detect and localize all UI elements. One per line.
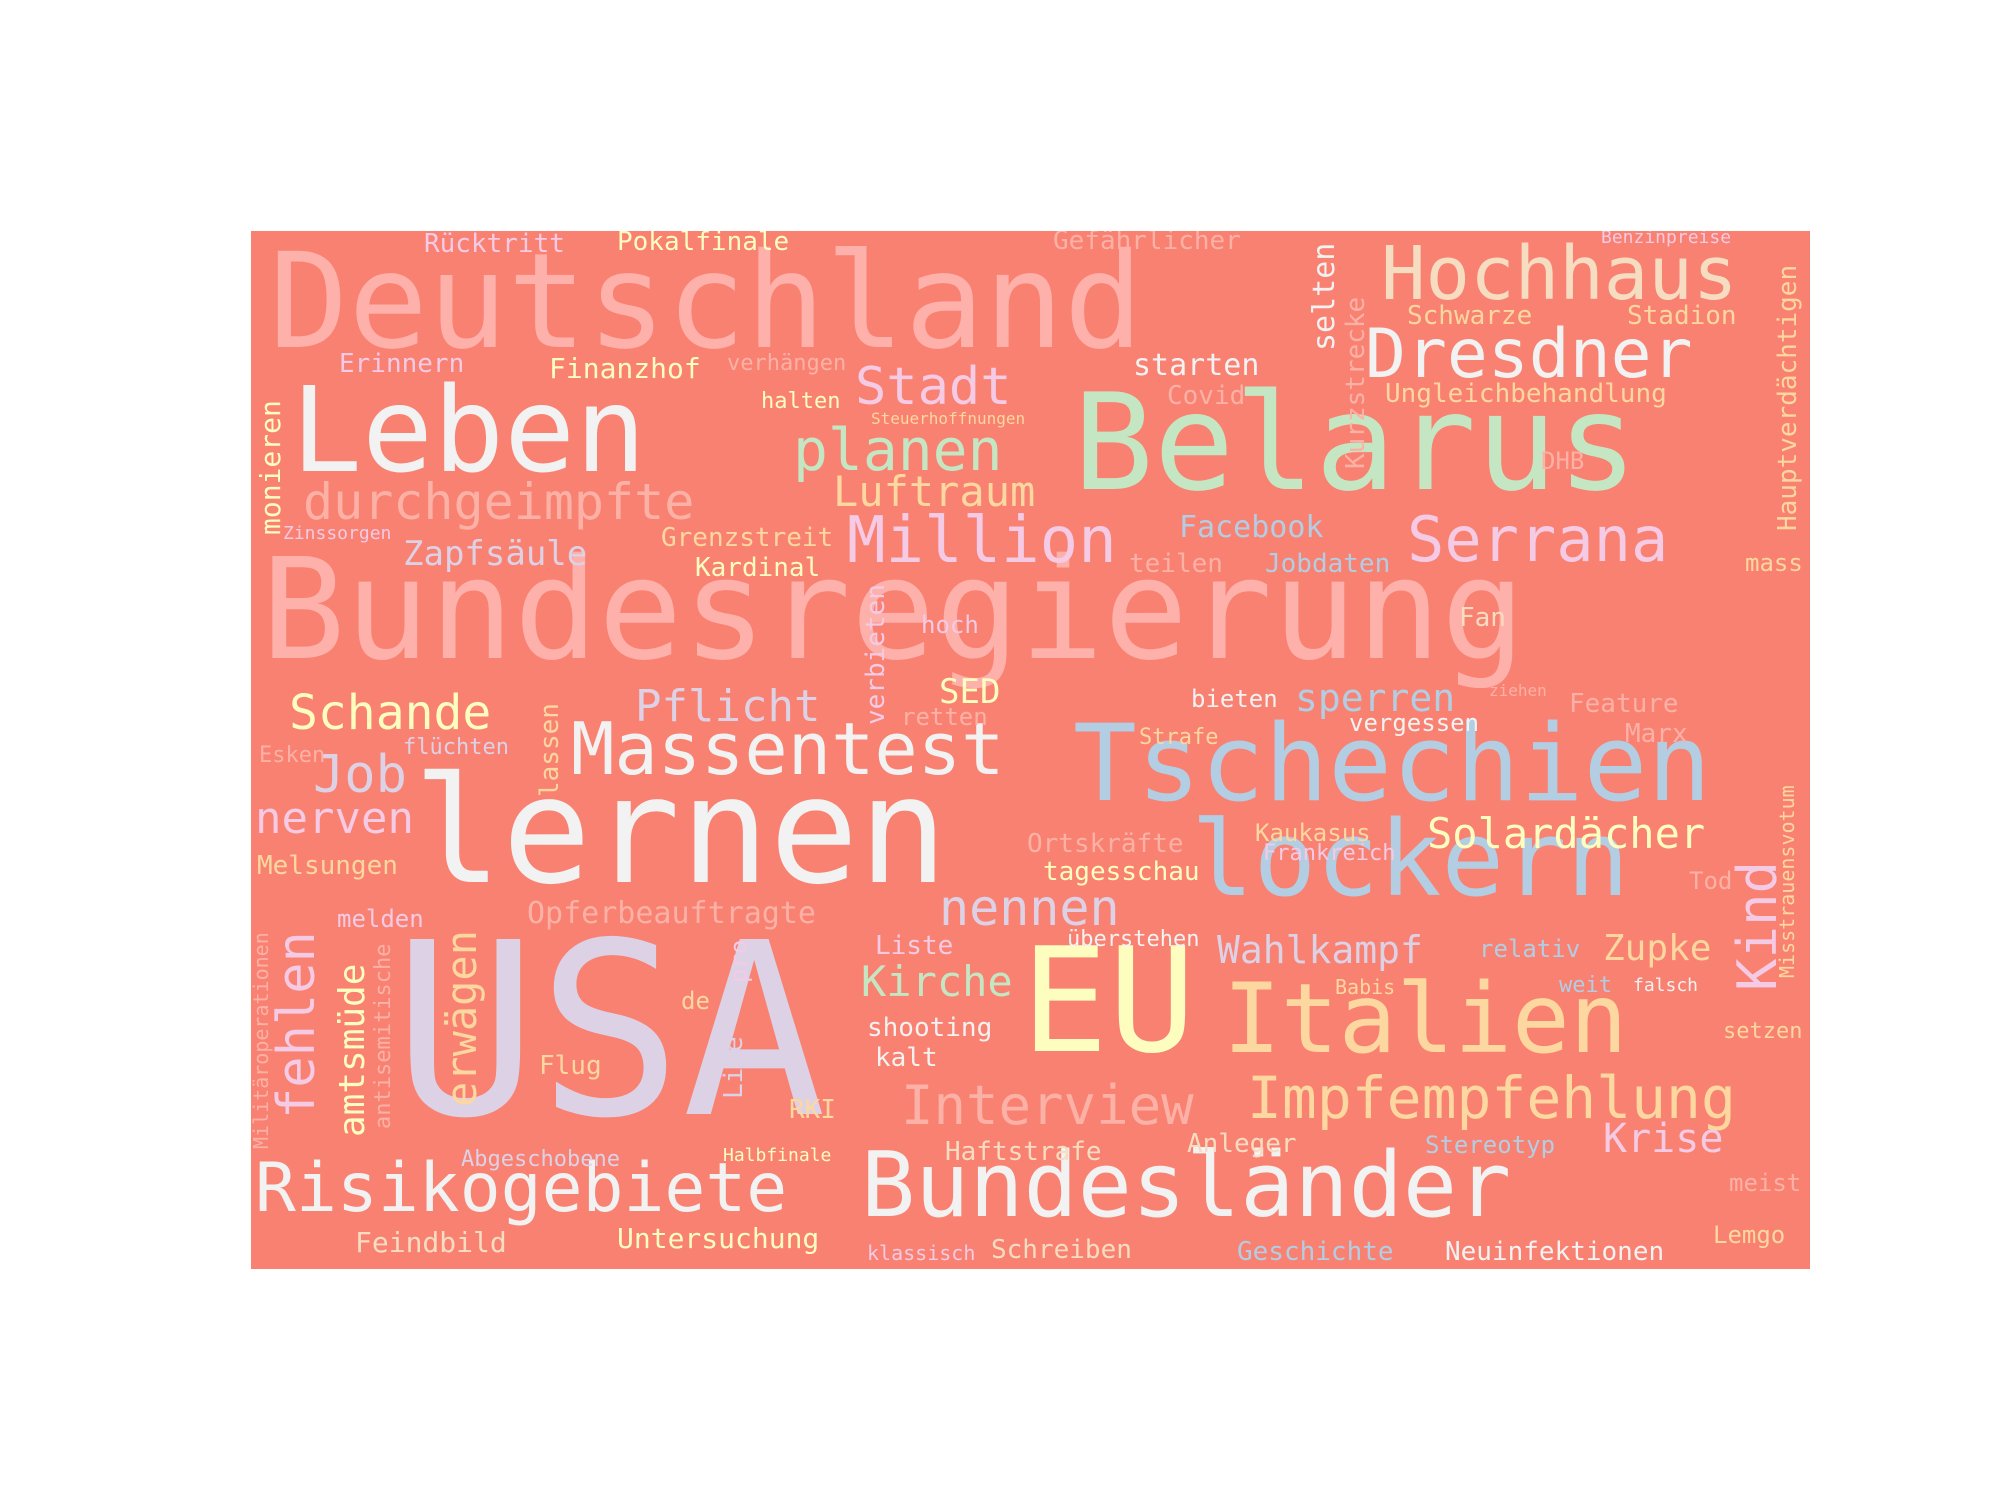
word-klassisch: klassisch — [867, 1241, 976, 1265]
word-opferbeauftragte: Opferbeauftragte — [527, 896, 816, 931]
word-serrana: Serrana — [1407, 503, 1669, 576]
word-leben: Leben — [291, 361, 647, 499]
word-nennen: nennen — [939, 879, 1120, 937]
word-stadt: Stadt — [855, 357, 1012, 417]
word-frankreich: Frankreich — [1263, 841, 1396, 866]
word-schwarze: Schwarze — [1407, 301, 1533, 331]
word-feature: Feature — [1569, 689, 1679, 719]
word-teilen: teilen — [1129, 549, 1223, 579]
word-melden: melden — [337, 905, 424, 933]
word-halten: halten — [761, 389, 841, 414]
word-stereotyp: Stereotyp — [1425, 1131, 1556, 1159]
word-erwaegen: erwägen — [437, 929, 486, 1107]
word-hochhaus: Hochhaus — [1381, 231, 1738, 317]
word-starten: starten — [1133, 348, 1260, 383]
word-ruecktritt: Rücktritt — [424, 231, 565, 259]
word-haftstrafe: Haftstrafe — [945, 1137, 1102, 1167]
word-relativ: relativ — [1479, 935, 1581, 963]
word-nerven: nerven — [255, 793, 414, 844]
word-erinnern: Erinnern — [339, 349, 465, 379]
word-steuerhoffnungen: Steuerhoffnungen — [871, 409, 1026, 428]
word-pflicht: Pflicht — [635, 681, 821, 732]
word-solardaecher: Solardächer — [1427, 809, 1706, 858]
word-militaeroperationen: Militäroperationen — [251, 932, 273, 1149]
word-facebook: Facebook — [1179, 510, 1324, 545]
word-pro: pro — [725, 939, 753, 983]
word-melsungen: Melsungen — [257, 851, 398, 881]
word-kirche: Kirche — [861, 957, 1013, 1006]
word-pokalfinale: Pokalfinale — [617, 231, 790, 257]
word-antisemitische: antisemitische — [371, 943, 396, 1129]
word-fan: Fan — [1459, 603, 1506, 633]
word-gefaehrlicher: Gefährlicher — [1053, 231, 1241, 256]
word-finanzhof: Finanzhof — [549, 352, 701, 385]
word-vergessen: vergessen — [1349, 709, 1480, 737]
word-million: Million — [847, 504, 1117, 578]
word-lemgo: Lemgo — [1713, 1221, 1786, 1249]
word-selten: selten — [1307, 242, 1342, 351]
word-cloud: Deutschland Bundesregierung Belarus Lebe… — [251, 231, 1810, 1269]
word-de: de — [681, 987, 710, 1015]
word-meist: meist — [1729, 1169, 1802, 1197]
word-monieren: monieren — [254, 400, 287, 535]
word-krise: Krise — [1603, 1116, 1724, 1162]
word-fluechten: flüchten — [403, 735, 509, 760]
word-rki: RKI — [789, 1095, 836, 1125]
word-ziehen: ziehen — [1489, 681, 1547, 700]
word-babis: Babis — [1335, 975, 1396, 999]
word-mass: mass — [1745, 549, 1803, 577]
word-untersuchung: Untersuchung — [617, 1222, 820, 1255]
word-stadion: Stadion — [1627, 301, 1737, 331]
word-neuinfektionen: Neuinfektionen — [1445, 1237, 1665, 1267]
word-interview: Interview — [901, 1074, 1194, 1137]
word-jobdaten: Jobdaten — [1265, 549, 1391, 579]
word-geschichte: Geschichte — [1237, 1237, 1394, 1267]
word-strafe: Strafe — [1139, 725, 1219, 750]
word-grenzstreit: Grenzstreit — [661, 523, 834, 553]
word-durchgeimpfte: durchgeimpfte — [303, 473, 695, 531]
word-wahlkampf: Wahlkampf — [1217, 928, 1423, 972]
word-abgeschobene: Abgeschobene — [461, 1147, 620, 1172]
word-hauptverdaechtigen: Hauptverdächtigen — [1773, 264, 1803, 531]
word-zupke: Zupke — [1603, 928, 1712, 969]
word-luftraum: Luftraum — [833, 467, 1036, 516]
word-covid: Covid — [1167, 381, 1246, 411]
word-esken: Esken — [259, 743, 326, 768]
word-misstrauensvotum: Misstrauensvotum — [1775, 785, 1799, 978]
word-weit: weit — [1559, 973, 1612, 998]
word-schreiben: Schreiben — [991, 1235, 1132, 1265]
word-ortskraefte: Ortskräfte — [1027, 829, 1184, 859]
word-lassen: lassen — [535, 703, 565, 797]
word-kalt: kalt — [875, 1043, 938, 1073]
word-hoch: hoch — [921, 611, 979, 639]
word-anleger: Anleger — [1187, 1129, 1297, 1159]
word-verhaengen: verhängen — [727, 351, 847, 376]
word-liste: Liste — [875, 931, 954, 961]
word-tagesschau: tagesschau — [1043, 857, 1200, 887]
word-ungleichbehandlung: Ungleichbehandlung — [1385, 379, 1667, 409]
word-dhb: DHB — [1541, 447, 1585, 475]
word-marx: Marx — [1625, 719, 1688, 749]
word-bieten: bieten — [1191, 685, 1278, 713]
word-zinssorgen: Zinssorgen — [283, 523, 392, 544]
word-flug: Flug — [539, 1051, 602, 1081]
word-halbfinale: Halbfinale — [723, 1145, 832, 1166]
word-ueberstehen: überstehen — [1067, 927, 1200, 952]
word-zapfsaeule: Zapfsäule — [403, 534, 588, 574]
word-verbieten: verbieten — [861, 584, 891, 725]
word-setzen: setzen — [1723, 1019, 1803, 1044]
word-retten: retten — [901, 703, 988, 731]
word-fehlen: fehlen — [267, 931, 327, 1119]
word-kardinal: Kardinal — [695, 553, 821, 583]
word-schande: Schande — [289, 685, 492, 741]
word-falsch: falsch — [1633, 975, 1699, 996]
word-kurzstrecke: Kurzstrecke — [1341, 296, 1371, 469]
word-benzinpreise: Benzinpreise — [1601, 231, 1732, 248]
word-live: Live — [719, 1036, 749, 1099]
word-feindbild: Feindbild — [355, 1226, 507, 1259]
word-amtsmuede: amtsmüde — [332, 963, 373, 1137]
word-shooting: shooting — [867, 1013, 993, 1043]
